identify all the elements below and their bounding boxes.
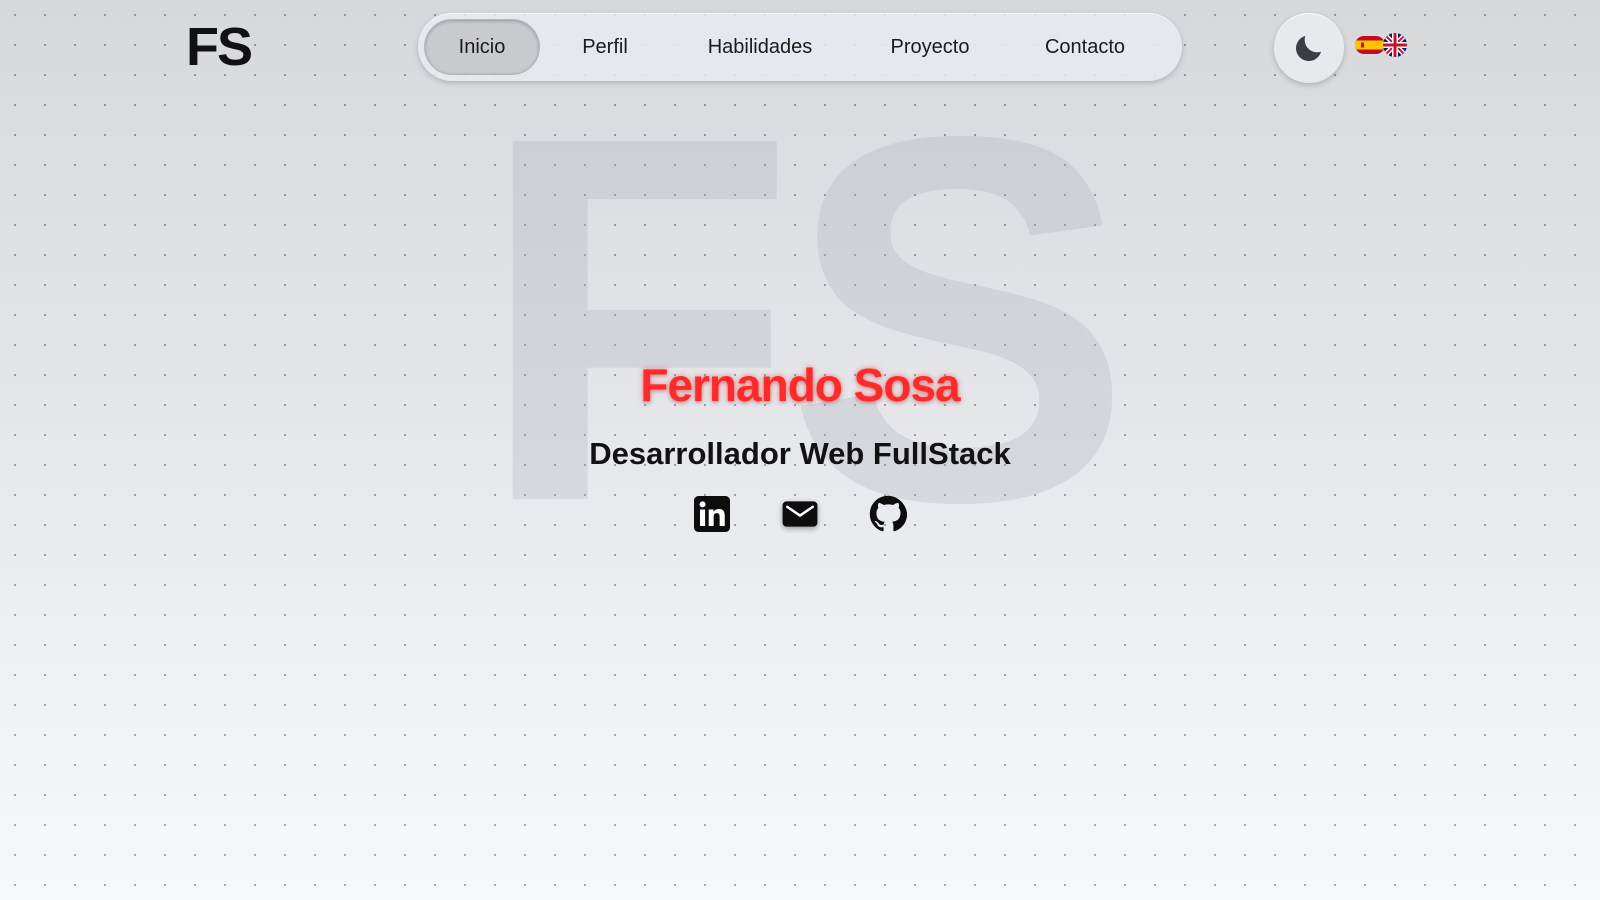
hero-name: Fernando Sosa: [640, 359, 960, 411]
mail-link[interactable]: [780, 494, 820, 534]
linkedin-icon: [694, 496, 730, 532]
nav-item-inicio[interactable]: Inicio: [424, 19, 540, 75]
site-logo[interactable]: FS: [186, 20, 253, 74]
nav-item-contacto[interactable]: Contacto: [1010, 19, 1160, 75]
mail-icon: [782, 501, 818, 527]
language-switch[interactable]: [1355, 33, 1411, 57]
main-nav: Inicio Perfil Habilidades Proyecto Conta…: [418, 13, 1182, 81]
nav-item-perfil[interactable]: Perfil: [540, 19, 670, 75]
hero-role: Desarrollador Web FullStack: [589, 436, 1011, 471]
github-icon: [869, 495, 907, 532]
nav-item-habilidades[interactable]: Habilidades: [670, 19, 850, 75]
nav-item-proyecto[interactable]: Proyecto: [850, 19, 1010, 75]
uk-flag-icon: [1383, 33, 1407, 57]
github-link[interactable]: [868, 494, 908, 534]
spain-flag-icon: [1355, 36, 1385, 54]
moon-icon: [1296, 35, 1322, 61]
social-links: [692, 494, 908, 534]
theme-toggle-button[interactable]: [1274, 13, 1344, 83]
linkedin-link[interactable]: [692, 494, 732, 534]
